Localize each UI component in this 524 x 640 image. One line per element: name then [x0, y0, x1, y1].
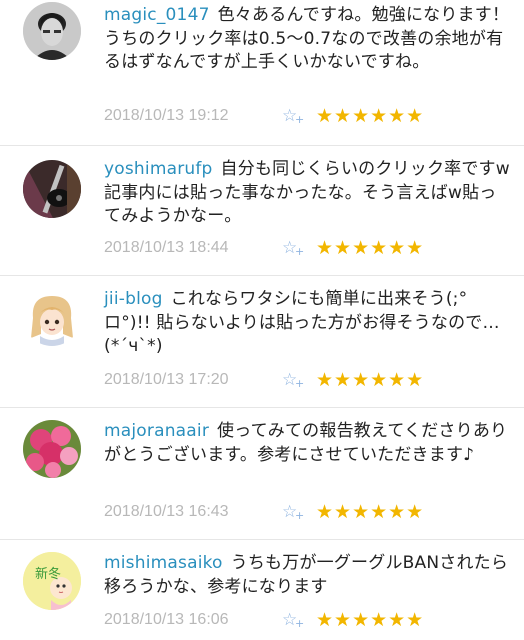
username-link[interactable]: yoshimarufp — [104, 159, 213, 179]
user-avatar[interactable] — [23, 2, 81, 60]
comment-meta: 2018/10/13 16:43 ☆ + ★★★★★★ — [104, 500, 424, 524]
star-rating[interactable]: ★★★★★★ — [316, 369, 424, 391]
comment-item: majoranaair 使ってみての報告教えてくださりありがとうございます。参考に… — [0, 408, 524, 540]
comment-meta: 2018/10/13 16:06 ☆ + ★★★★★★ — [104, 608, 424, 632]
add-star-icon[interactable]: ☆ + — [282, 370, 316, 390]
user-avatar[interactable]: 新冬 — [23, 552, 81, 610]
username-link[interactable]: mishimasaiko — [104, 553, 223, 573]
comment-body: yoshimarufp 自分も同じくらいのクリック率ですw記事内には貼った事なかっ… — [104, 158, 510, 229]
comment-body: jii-blog これならワタシにも簡単に出来そう(;°ロ°)!! 貼らないよりは… — [104, 288, 510, 359]
comment-date: 2018/10/13 17:20 — [104, 371, 229, 388]
username-link[interactable]: majoranaair — [104, 421, 209, 441]
star-rating[interactable]: ★★★★★★ — [316, 609, 424, 631]
comment-date: 2018/10/13 16:43 — [104, 503, 229, 520]
add-star-icon[interactable]: ☆ + — [282, 502, 316, 522]
comment-body: magic_0147 色々あるんですね。勉強になります！うちのクリック率は0.5〜… — [104, 4, 510, 75]
comment-meta: 2018/10/13 17:20 ☆ + ★★★★★★ — [104, 368, 424, 392]
add-star-icon[interactable]: ☆ + — [282, 106, 316, 126]
comment-item: jii-blog これならワタシにも簡単に出来そう(;°ロ°)!! 貼らないよりは… — [0, 276, 524, 408]
comment-list: magic_0147 色々あるんですね。勉強になります！うちのクリック率は0.5〜… — [0, 0, 524, 640]
star-rating[interactable]: ★★★★★★ — [316, 501, 424, 523]
svg-text:新冬: 新冬 — [35, 566, 61, 582]
comment-item: magic_0147 色々あるんですね。勉強になります！うちのクリック率は0.5〜… — [0, 0, 524, 146]
star-rating[interactable]: ★★★★★★ — [316, 105, 424, 127]
comment-meta: 2018/10/13 19:12 ☆ + ★★★★★★ — [104, 104, 424, 128]
comment-date: 2018/10/13 18:44 — [104, 239, 229, 256]
user-avatar[interactable] — [23, 160, 81, 218]
comment-item: yoshimarufp 自分も同じくらいのクリック率ですw記事内には貼った事なかっ… — [0, 146, 524, 276]
comment-item: 新冬 mishimasaiko うちも万が一グーグルBANされたら移ろうかな、参考… — [0, 540, 524, 640]
comment-date: 2018/10/13 16:06 — [104, 611, 229, 628]
star-rating[interactable]: ★★★★★★ — [316, 237, 424, 259]
comment-body: mishimasaiko うちも万が一グーグルBANされたら移ろうかな、参考になり… — [104, 552, 510, 599]
username-link[interactable]: jii-blog — [104, 289, 163, 309]
add-star-icon[interactable]: ☆ + — [282, 610, 316, 630]
comment-text: これならワタシにも簡単に出来そう(;°ロ°)!! 貼らないよりは貼った方がお得そ… — [104, 289, 500, 356]
add-star-icon[interactable]: ☆ + — [282, 238, 316, 258]
user-avatar[interactable] — [23, 288, 81, 346]
comment-body: majoranaair 使ってみての報告教えてくださりありがとうございます。参考に… — [104, 420, 510, 467]
user-avatar[interactable] — [23, 420, 81, 478]
username-link[interactable]: magic_0147 — [104, 5, 210, 25]
comment-date: 2018/10/13 19:12 — [104, 107, 229, 124]
comment-meta: 2018/10/13 18:44 ☆ + ★★★★★★ — [104, 236, 424, 260]
